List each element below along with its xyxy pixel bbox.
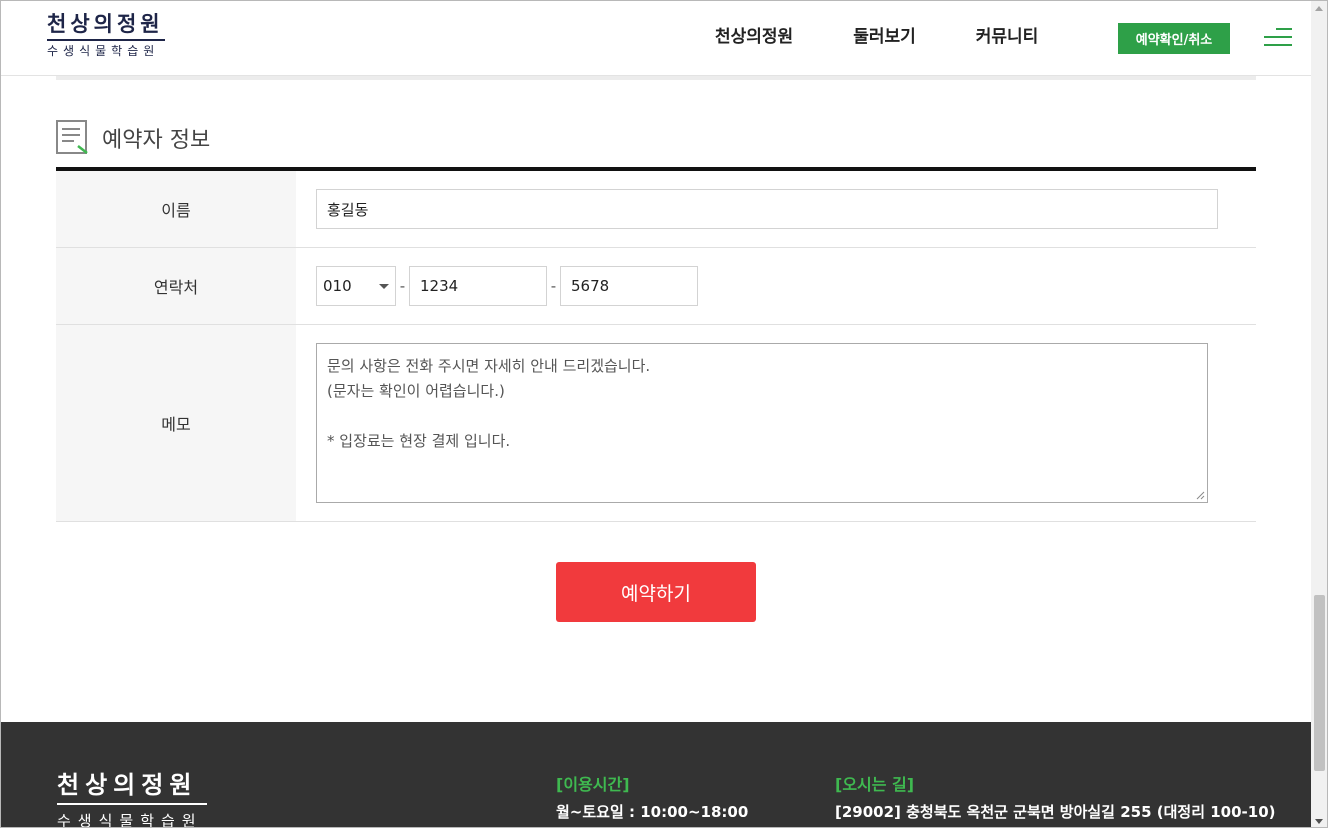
phone-field-cell: 010 - 1234 - 5678 bbox=[296, 248, 1256, 324]
phone-middle-input[interactable]: 1234 bbox=[409, 266, 547, 306]
reserve-submit-button[interactable]: 예약하기 bbox=[556, 562, 756, 622]
phone-separator: - bbox=[550, 277, 557, 295]
nav-item-community[interactable]: 커뮤니티 bbox=[976, 25, 1039, 49]
footer-logo-subtitle: 수생식물학습원 bbox=[57, 812, 203, 828]
memo-textarea[interactable]: 문의 사항은 전화 주시면 자세히 안내 드리겠습니다. (문자는 확인이 어렵… bbox=[316, 343, 1208, 503]
hamburger-icon[interactable] bbox=[1264, 28, 1292, 46]
memo-field-cell: 문의 사항은 전화 주시면 자세히 안내 드리겠습니다. (문자는 확인이 어렵… bbox=[296, 325, 1256, 521]
footer-logo: 천상의정원 수생식물학습원 bbox=[57, 770, 207, 828]
name-field-cell: 홍길동 bbox=[296, 171, 1256, 247]
form-row-name: 이름 홍길동 bbox=[56, 171, 1256, 248]
phone-last-input[interactable]: 5678 bbox=[560, 266, 698, 306]
phone-prefix-select[interactable]: 010 bbox=[316, 266, 396, 306]
form-row-memo: 메모 문의 사항은 전화 주시면 자세히 안내 드리겠습니다. (문자는 확인이… bbox=[56, 325, 1256, 522]
memo-text: 문의 사항은 전화 주시면 자세히 안내 드리겠습니다. (문자는 확인이 어렵… bbox=[327, 357, 651, 450]
scroll-down-icon[interactable] bbox=[1315, 819, 1323, 824]
logo-title: 천상의정원 bbox=[47, 11, 164, 36]
footer-logo-title: 천상의정원 bbox=[57, 770, 198, 799]
phone-separator: - bbox=[399, 277, 406, 295]
chevron-down-icon bbox=[379, 283, 389, 289]
footer-hours: [이용시간] 월~토요일 : 10:00~18:00 bbox=[556, 774, 748, 823]
memo-label: 메모 bbox=[56, 325, 296, 521]
scroll-thumb[interactable] bbox=[1314, 595, 1325, 771]
section-title: 예약자 정보 bbox=[102, 128, 211, 153]
reservation-check-button[interactable]: 예약확인/취소 bbox=[1118, 23, 1230, 54]
browser-viewport: 천상의정원 수생식물학습원 천상의정원 둘러보기 커뮤니티 예약확인/취소 예약… bbox=[0, 0, 1328, 828]
resize-handle-icon[interactable] bbox=[1195, 490, 1205, 500]
phone-prefix-value: 010 bbox=[323, 277, 352, 295]
document-icon bbox=[56, 120, 90, 156]
section-heading: 예약자 정보 bbox=[56, 119, 210, 157]
name-label: 이름 bbox=[56, 171, 296, 247]
hours-title: [이용시간] bbox=[556, 775, 630, 794]
scroll-up-icon[interactable] bbox=[1315, 6, 1323, 11]
nav-item-tour[interactable]: 둘러보기 bbox=[853, 25, 916, 49]
footer-logo-divider bbox=[57, 803, 207, 805]
site-header: 천상의정원 수생식물학습원 천상의정원 둘러보기 커뮤니티 예약확인/취소 bbox=[1, 1, 1311, 76]
site-footer: 천상의정원 수생식물학습원 [이용시간] 월~토요일 : 10:00~18:00… bbox=[1, 722, 1311, 828]
hours-text: 월~토요일 : 10:00~18:00 bbox=[556, 803, 749, 821]
divider-strip bbox=[56, 76, 1256, 80]
directions-title: [오시는 길] bbox=[835, 775, 915, 794]
reservation-form: 이름 홍길동 연락처 010 - 1234 - 5678 메모 문의 사항은 전… bbox=[56, 167, 1256, 522]
main-nav: 천상의정원 둘러보기 커뮤니티 bbox=[715, 25, 1098, 49]
site-logo[interactable]: 천상의정원 수생식물학습원 bbox=[47, 11, 167, 58]
logo-divider bbox=[47, 39, 165, 41]
footer-directions: [오시는 길] [29002] 충청북도 옥천군 군북면 방아실길 255 (대… bbox=[835, 774, 1276, 823]
phone-label: 연락처 bbox=[56, 248, 296, 324]
directions-text: [29002] 충청북도 옥천군 군북면 방아실길 255 (대정리 100-1… bbox=[835, 803, 1276, 821]
form-row-phone: 연락처 010 - 1234 - 5678 bbox=[56, 248, 1256, 325]
nav-item-garden[interactable]: 천상의정원 bbox=[715, 25, 793, 49]
name-input[interactable]: 홍길동 bbox=[316, 189, 1218, 229]
vertical-scrollbar[interactable] bbox=[1311, 1, 1327, 827]
logo-subtitle: 수생식물학습원 bbox=[47, 44, 160, 58]
